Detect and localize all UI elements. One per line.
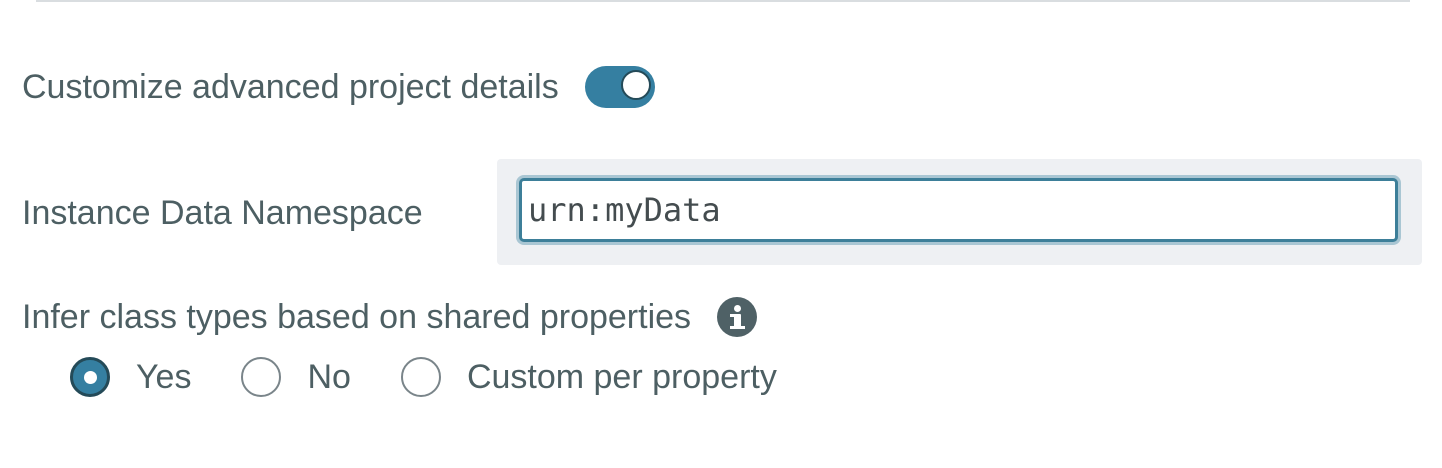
info-icon[interactable] [717, 297, 758, 337]
toggle-knob [620, 70, 651, 100]
radio-option-custom[interactable]: Custom per property [400, 357, 777, 397]
infer-label: Infer class types based on shared proper… [22, 297, 692, 336]
namespace-label: Instance Data Namespace [22, 193, 423, 232]
radio-custom[interactable] [400, 357, 441, 397]
radio-option-no[interactable]: No [241, 357, 351, 397]
infer-radio-group: Yes No Custom per property [70, 352, 827, 402]
radio-no-label: No [307, 357, 351, 396]
top-divider [36, 0, 1410, 2]
radio-custom-label: Custom per property [466, 357, 777, 396]
advanced-details-toggle[interactable] [584, 66, 655, 108]
radio-yes-label: Yes [136, 357, 192, 396]
radio-option-yes[interactable]: Yes [70, 357, 191, 397]
radio-no[interactable] [241, 357, 282, 397]
infer-row: Infer class types based on shared proper… [22, 292, 758, 342]
namespace-row: Instance Data Namespace [22, 186, 423, 240]
namespace-input[interactable] [519, 178, 1398, 242]
advanced-details-row: Customize advanced project details [22, 62, 655, 112]
advanced-details-label: Customize advanced project details [22, 67, 559, 106]
radio-yes[interactable] [70, 357, 110, 397]
